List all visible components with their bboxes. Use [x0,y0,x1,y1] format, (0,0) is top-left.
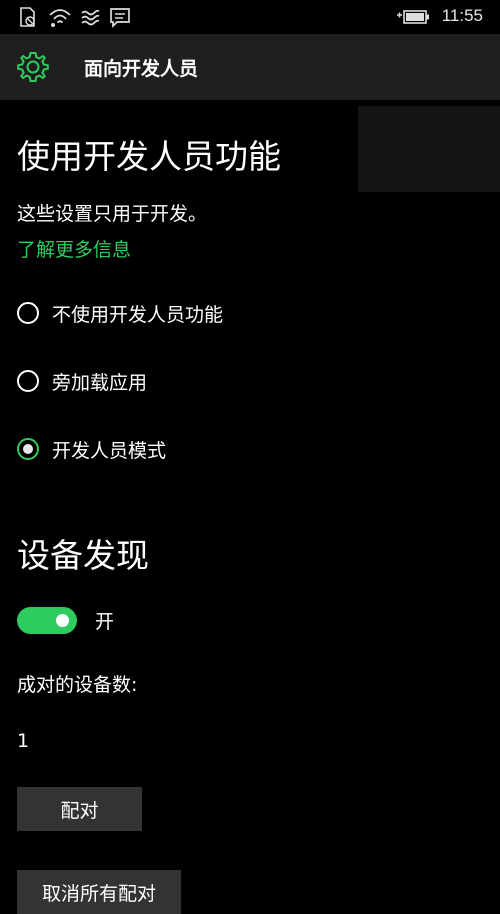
radio-label: 开发人员模式 [52,439,167,462]
device-discovery-toggle-row[interactable]: 开 [17,607,114,634]
section-title-developer-features: 使用开发人员功能 [17,137,281,176]
toggle-knob [56,614,69,627]
pair-button[interactable]: 配对 [17,787,142,831]
page-header: 面向开发人员 [0,34,500,100]
learn-more-link[interactable]: 了解更多信息 [17,235,131,262]
battery-charging-icon [397,10,429,24]
radio-option-no-developer-features[interactable]: 不使用开发人员功能 [17,298,223,328]
status-bar: 11:55 [0,0,500,34]
background-panel [358,106,500,192]
paired-devices-count: 1 [17,730,30,752]
radio-label: 不使用开发人员功能 [52,303,224,326]
device-discovery-toggle[interactable] [17,607,77,634]
section-title-device-discovery: 设备发现 [17,536,149,575]
wifi-icon [49,9,71,27]
radio-label: 旁加载应用 [52,371,148,394]
signal-wave-icon [81,9,100,26]
gear-icon [17,52,49,82]
paired-devices-label: 成对的设备数: [17,674,138,696]
radio-button[interactable] [17,370,39,392]
status-time: 11:55 [441,6,483,25]
radio-option-developer-mode[interactable]: 开发人员模式 [17,434,166,464]
radio-button[interactable] [17,302,39,324]
radio-button-selected[interactable] [17,438,39,460]
radio-option-sideload-apps[interactable]: 旁加载应用 [17,366,147,396]
section-description: 这些设置只用于开发。 [17,203,208,225]
no-sim-icon [20,7,35,27]
page-title: 面向开发人员 [84,58,199,80]
toggle-state-label: 开 [95,611,115,633]
unpair-all-button[interactable]: 取消所有配对 [17,870,181,914]
message-icon [110,8,130,29]
